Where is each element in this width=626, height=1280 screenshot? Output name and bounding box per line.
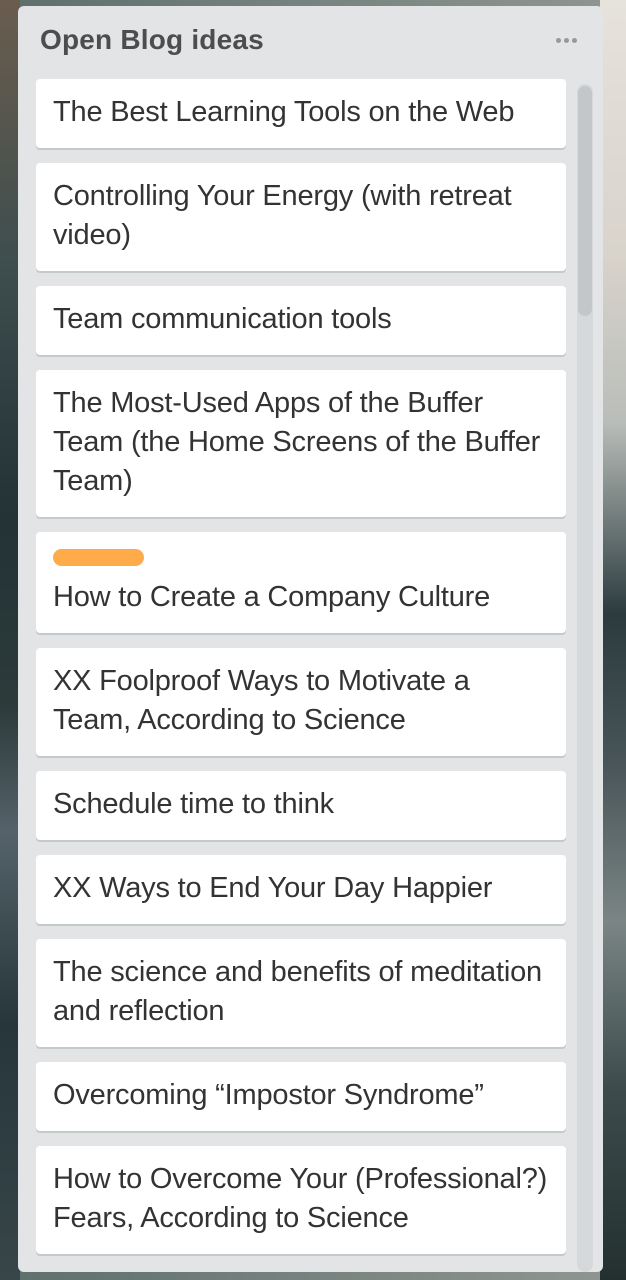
card-label-orange bbox=[53, 549, 144, 566]
card-title: Controlling Your Energy (with retreat vi… bbox=[53, 180, 512, 251]
card-title: How to Overcome Your (Professional?) Fea… bbox=[53, 1163, 548, 1234]
card-title: The Most-Used Apps of the Buffer Team (t… bbox=[53, 387, 541, 497]
card-title: Team communication tools bbox=[53, 303, 392, 335]
card-title: XX Ways to End Your Day Happier bbox=[53, 872, 493, 904]
card[interactable]: How to Create a Company Culture bbox=[36, 532, 566, 633]
ellipsis-icon bbox=[554, 37, 578, 43]
card[interactable]: How to Overcome Your (Professional?) Fea… bbox=[36, 1146, 566, 1254]
list-header: Open Blog ideas bbox=[18, 6, 603, 76]
board-background-left bbox=[0, 0, 20, 1280]
card[interactable]: Overcoming “Impostor Syndrome” bbox=[36, 1062, 566, 1131]
card-title: Overcoming “Impostor Syndrome” bbox=[53, 1079, 484, 1111]
board-background-right bbox=[600, 0, 626, 1280]
card[interactable]: Team communication tools bbox=[36, 286, 566, 355]
list-title[interactable]: Open Blog ideas bbox=[40, 24, 264, 56]
list-menu-button[interactable] bbox=[551, 28, 581, 52]
card[interactable]: Schedule time to think bbox=[36, 771, 566, 840]
list-scrollbar[interactable] bbox=[577, 84, 593, 1272]
card[interactable]: The Best Learning Tools on the Web bbox=[36, 79, 566, 148]
card[interactable]: XX Foolproof Ways to Motivate a Team, Ac… bbox=[36, 648, 566, 756]
list-open-blog-ideas: Open Blog ideas The Best Learning Tools … bbox=[18, 6, 603, 1272]
card[interactable]: The Most-Used Apps of the Buffer Team (t… bbox=[36, 370, 566, 517]
card[interactable]: Controlling Your Energy (with retreat vi… bbox=[36, 163, 566, 271]
list-scrollbar-thumb[interactable] bbox=[578, 86, 592, 316]
card-title: How to Create a Company Culture bbox=[53, 581, 491, 613]
card[interactable]: XX Ways to End Your Day Happier bbox=[36, 855, 566, 924]
card[interactable]: The science and benefits of meditation a… bbox=[36, 939, 566, 1047]
card-list: The Best Learning Tools on the Web Contr… bbox=[36, 79, 566, 1269]
card-title: Schedule time to think bbox=[53, 788, 334, 820]
card-title: XX Foolproof Ways to Motivate a Team, Ac… bbox=[53, 665, 470, 736]
card-title: The science and benefits of meditation a… bbox=[53, 956, 542, 1027]
card-title: The Best Learning Tools on the Web bbox=[53, 96, 515, 128]
